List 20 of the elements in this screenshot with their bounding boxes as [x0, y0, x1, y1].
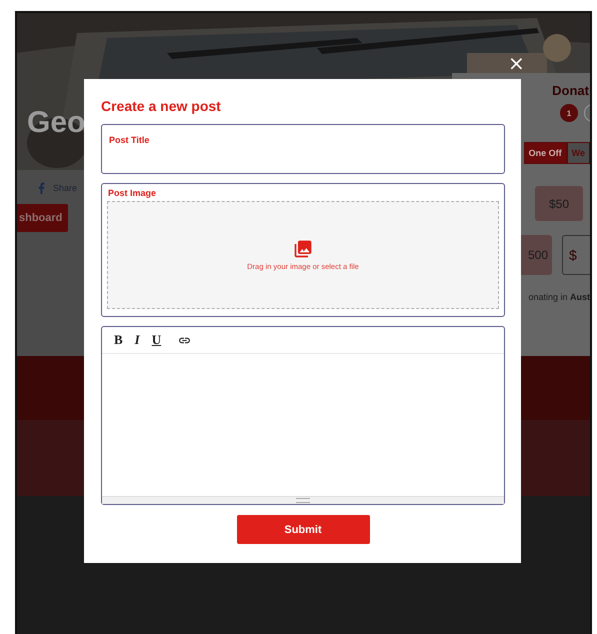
text-editor[interactable]: B I U	[101, 326, 505, 505]
resize-handle[interactable]	[296, 498, 310, 503]
field-label: Post Image	[108, 188, 158, 198]
location-note: onating in Aust	[528, 292, 590, 302]
step-indicator: 1	[560, 104, 578, 122]
custom-amount-field[interactable]: $	[562, 235, 590, 275]
post-title-field[interactable]: Post Title	[101, 124, 505, 174]
facebook-icon	[38, 182, 45, 194]
hero-heading: Geo	[27, 106, 86, 140]
italic-button[interactable]: I	[132, 332, 143, 348]
modal-title: Create a new post	[101, 98, 222, 114]
submit-button[interactable]: Submit	[236, 515, 370, 544]
frequency-tab[interactable]: One Off	[524, 142, 567, 164]
image-icon	[293, 239, 313, 259]
underline-button[interactable]: U	[148, 332, 164, 348]
panel-heading: Donat	[552, 83, 589, 98]
dashboard-button[interactable]: shboard	[17, 204, 68, 232]
bold-button[interactable]: B	[111, 332, 126, 348]
close-button[interactable]: ×	[505, 53, 528, 73]
field-label: Post Title	[109, 135, 150, 145]
